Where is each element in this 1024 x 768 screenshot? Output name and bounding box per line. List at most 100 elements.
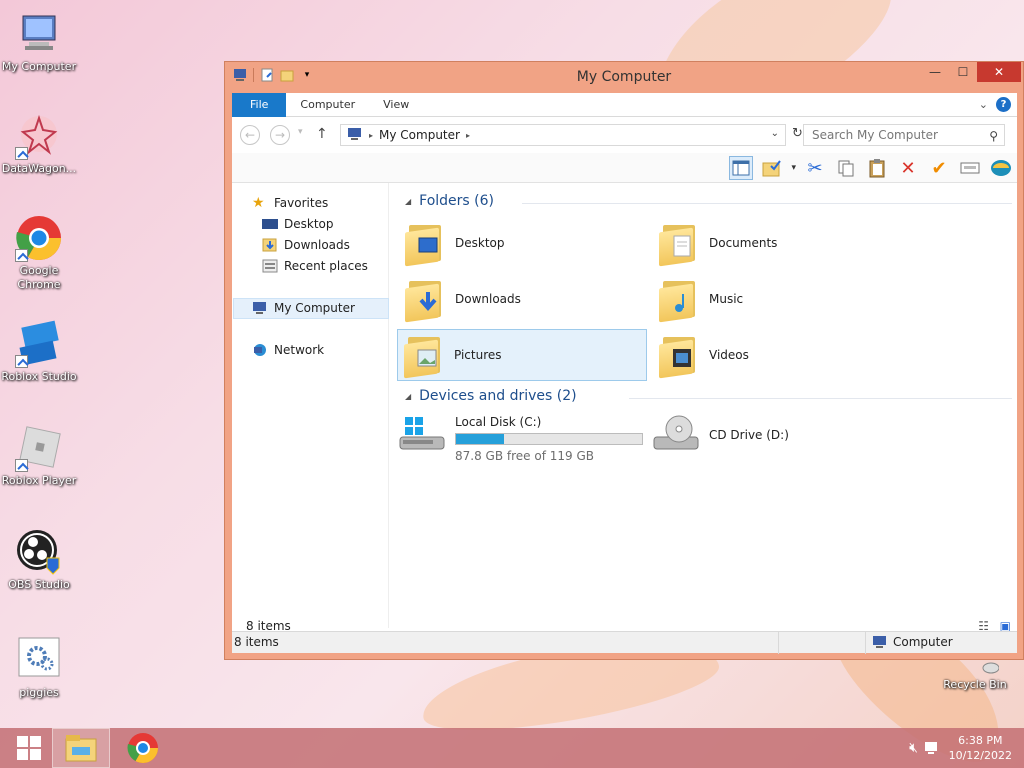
settings-file-icon — [15, 636, 63, 684]
drive-name: Local Disk (C:) — [455, 415, 542, 429]
status-zone-label: Computer — [893, 635, 953, 649]
refresh-icon[interactable]: ↻ — [792, 126, 803, 141]
shortcut-arrow-icon — [15, 459, 28, 472]
desktop-icon-label: Google Chrome — [17, 264, 61, 291]
address-input[interactable]: ▸ My Computer ▸ ⌄ — [340, 124, 786, 146]
star-icon: ★ — [252, 195, 265, 211]
up-arrow-icon[interactable]: ↑ — [316, 126, 328, 142]
help-icon[interactable]: ? — [996, 97, 1011, 112]
folder-tile-pictures[interactable]: Pictures — [397, 329, 647, 381]
clock-date: 10/12/2022 — [948, 749, 1012, 762]
drive-usage-fill — [456, 434, 505, 444]
downloads-icon — [262, 238, 278, 252]
ribbon-tabs: File Computer View ⌄ ? — [232, 92, 1017, 117]
collapse-triangle-icon: ◢ — [405, 391, 412, 401]
drive-name: CD Drive (D:) — [709, 428, 789, 442]
folder-tile-desktop[interactable]: Desktop — [399, 217, 649, 269]
recent-locations-icon[interactable]: ▾ — [298, 127, 303, 137]
delete-icon[interactable]: ✕ — [896, 156, 920, 180]
desktop-icon-obs-studio[interactable]: OBS Studio — [0, 528, 79, 592]
minimize-button[interactable]: — — [921, 62, 949, 82]
chrome-icon — [15, 214, 63, 262]
recent-places-icon — [262, 259, 278, 273]
desktop-icon-label: Roblox Player — [1, 474, 77, 487]
chevron-down-icon[interactable]: ▾ — [791, 163, 796, 173]
roblox-studio-icon — [15, 320, 63, 368]
chevron-down-icon[interactable]: ⌄ — [771, 128, 779, 139]
group-divider — [629, 398, 1012, 399]
rename-icon[interactable]: ✔ — [927, 156, 951, 180]
forward-button[interactable]: → — [270, 125, 290, 145]
close-button[interactable]: ✕ — [977, 62, 1021, 82]
desktop-icon-label: Roblox Studio — [1, 370, 77, 383]
expand-ribbon-icon[interactable]: ⌄ — [979, 98, 988, 111]
maximize-button[interactable]: ☐ — [949, 62, 977, 82]
nav-item-favorites[interactable]: ★ Favorites — [252, 196, 328, 210]
toolbar-icons: ▾ ✂ ✕ ✔ — [729, 156, 1013, 180]
search-input[interactable]: Search My Computer ⚲ — [803, 124, 1005, 146]
desktop-icon-google-chrome[interactable]: Google Chrome — [0, 214, 79, 292]
title-bar[interactable]: ▾ My Computer — ☐ ✕ — [225, 62, 1023, 92]
folders-group-header[interactable]: ◢ Folders (6) — [405, 193, 494, 209]
desktop-icon-my-computer[interactable]: My Computer — [0, 10, 79, 74]
start-button[interactable] — [0, 728, 58, 768]
drive-tile-cd-drive[interactable]: CD Drive (D:) — [653, 415, 789, 455]
obs-icon — [15, 528, 63, 576]
documents-folder-icon — [657, 222, 699, 267]
folder-name: Videos — [709, 348, 749, 362]
drive-free-space: 87.8 GB free of 119 GB — [455, 449, 594, 463]
volume-muted-icon[interactable]: 🔇︎ — [909, 740, 918, 756]
desktop-icon-roblox-player[interactable]: Roblox Player — [0, 424, 79, 488]
nav-label: Downloads — [284, 238, 350, 252]
folder-tile-documents[interactable]: Documents — [653, 217, 903, 269]
folder-tile-music[interactable]: Music — [653, 273, 903, 325]
folder-tile-videos[interactable]: Videos — [653, 329, 903, 381]
nav-item-desktop[interactable]: Desktop — [262, 217, 334, 231]
internet-icon[interactable] — [989, 156, 1013, 180]
desktop-icon-recycle-bin[interactable]: Recycle Bin — [935, 656, 1015, 692]
nav-item-downloads[interactable]: Downloads — [262, 238, 350, 252]
drive-tile-local-disk[interactable]: Local Disk (C:) 87.8 GB free of 119 GB — [399, 415, 643, 463]
desktop-icon-roblox-studio[interactable]: Roblox Studio — [0, 320, 79, 384]
separator — [865, 632, 866, 654]
content-pane: ◢ Folders (6) Desktop Documents Download… — [397, 183, 1017, 628]
taskbar: 🔇︎ 6:38 PM 10/12/2022 — [0, 728, 1024, 768]
computer-small-icon — [347, 127, 363, 144]
taskbar-google-chrome[interactable] — [114, 728, 172, 768]
devices-group-header[interactable]: ◢ Devices and drives (2) — [405, 388, 577, 404]
status-item-count: 8 items — [234, 635, 279, 649]
folder-tile-downloads[interactable]: Downloads — [399, 273, 649, 325]
collapse-triangle-icon: ◢ — [405, 196, 412, 206]
taskbar-file-explorer[interactable] — [52, 728, 110, 768]
computer-small-icon — [873, 636, 886, 648]
computer-small-icon — [252, 301, 268, 315]
tab-computer[interactable]: Computer — [286, 93, 369, 117]
command-toolbar: ▾ ✂ ✕ ✔ — [232, 153, 1017, 183]
chevron-right-icon: ▸ — [369, 130, 374, 140]
folder-options-icon[interactable] — [760, 156, 784, 180]
tab-view[interactable]: View — [369, 93, 423, 117]
ribbon-right: ⌄ ? — [979, 97, 1011, 112]
file-explorer-icon — [65, 735, 97, 762]
folder-name: Downloads — [455, 292, 521, 306]
desktop-icon-datawagon[interactable]: DataWagon... — [0, 112, 79, 176]
windows-logo-icon — [17, 736, 41, 760]
paste-icon[interactable] — [865, 156, 889, 180]
shortcut-arrow-icon — [15, 249, 28, 262]
preview-pane-icon[interactable] — [729, 156, 754, 180]
desktop-icon-piggies[interactable]: piggies — [0, 636, 79, 700]
group-title: Folders (6) — [419, 193, 494, 209]
copy-icon[interactable] — [834, 156, 858, 180]
folder-name: Documents — [709, 236, 778, 250]
group-divider — [522, 203, 1012, 204]
nav-item-network[interactable]: Network — [252, 343, 324, 357]
clock[interactable]: 6:38 PM 10/12/2022 — [949, 733, 1012, 763]
nav-item-my-computer[interactable]: My Computer — [252, 301, 355, 315]
nav-label: Recent places — [284, 259, 368, 273]
properties-icon[interactable] — [958, 156, 982, 180]
back-button[interactable]: ← — [240, 125, 260, 145]
network-tray-icon[interactable] — [924, 740, 940, 759]
nav-item-recent-places[interactable]: Recent places — [262, 259, 368, 273]
tab-file[interactable]: File — [232, 92, 287, 117]
cut-icon[interactable]: ✂ — [803, 156, 827, 180]
